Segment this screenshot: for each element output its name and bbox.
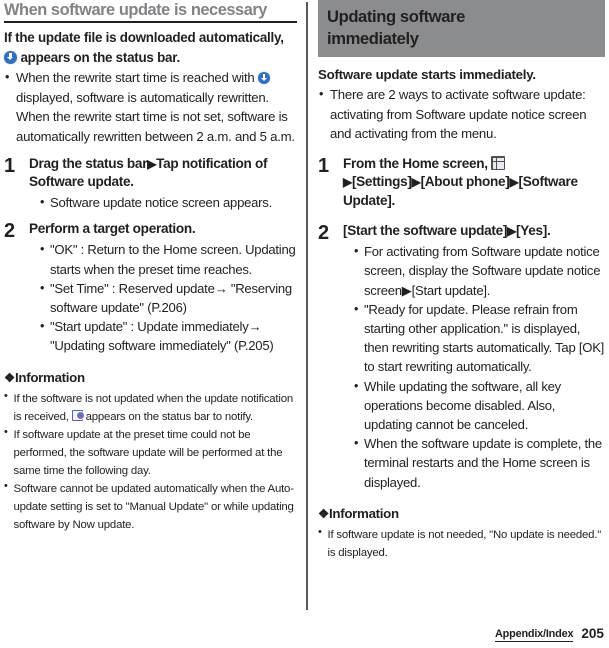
left-lead-text-b: appears on the status bar.: [17, 49, 180, 65]
step-number: 2: [4, 220, 15, 243]
bullet-text: Software update notice screen appears.: [50, 194, 272, 210]
step-number: 1: [318, 154, 329, 177]
bullet-dot: •: [5, 70, 10, 85]
step-title-part-a: Drag the status bar: [29, 155, 148, 171]
manual-page: When software update is necessary If the…: [0, 0, 609, 648]
step-number: 1: [4, 154, 15, 177]
bullet-dot: •: [354, 301, 359, 316]
bullet-dot: •: [354, 436, 359, 451]
bullet-dot: •: [4, 425, 8, 438]
bullet-text: For activating from Software update noti…: [364, 244, 601, 298]
step-title: From the Home screen, ▶[Settings]▶[About…: [343, 155, 605, 211]
list-item: • For activating from Software update no…: [353, 242, 605, 300]
step-2-right: 2 [Start the software update]▶[Yes]. • F…: [318, 222, 605, 492]
step-1-right: 1 From the Home screen, ▶[Settings]▶[Abo…: [318, 155, 605, 211]
section-header-right-line2: immediately: [327, 28, 419, 48]
list-item: • If software update is not needed, "No …: [318, 525, 605, 561]
footer-section-tab: Appendix/Index: [495, 628, 574, 642]
information-heading-label: Information: [329, 505, 399, 521]
bullet-dot: •: [4, 389, 8, 402]
bullet-text: If software update is not needed, "No up…: [327, 528, 602, 559]
bullet-dot: •: [40, 194, 45, 209]
bullet-text: "Ready for update. Please refrain from s…: [364, 301, 605, 375]
app-drawer-grid-icon: [491, 156, 506, 171]
arrow-right-icon: ▶: [411, 175, 421, 190]
diamond-icon: ❖: [318, 506, 329, 521]
section-header-left: When software update is necessary: [4, 0, 297, 23]
information-heading: ❖Information: [4, 369, 297, 387]
bullet-text: "OK" : Return to the Home screen. Updati…: [50, 242, 296, 277]
diamond-icon: ❖: [4, 370, 15, 385]
step-2-left: 2 Perform a target operation. • "OK" : R…: [4, 220, 297, 355]
bullet-dot: •: [318, 525, 322, 538]
notification-icon: [71, 410, 85, 422]
list-item: • Software update notice screen appears.: [39, 193, 297, 212]
download-circle-icon: [4, 50, 17, 64]
step-title-part-a: From the Home screen,: [343, 155, 492, 171]
information-heading: ❖Information: [318, 505, 605, 523]
right-lead-bullets: • There are 2 ways to activate software …: [318, 85, 605, 144]
step-title-part-b: [Yes].: [516, 222, 551, 238]
left-lead-bullet-1b: displayed, software is automatically rew…: [16, 89, 295, 144]
step-title: [Start the software update]▶[Yes].: [343, 222, 605, 241]
bullet-text: When the software update is complete, th…: [364, 436, 602, 490]
information-bullets: • If the software is not updated when th…: [4, 389, 297, 534]
information-block-left: ❖Information • If the software is not up…: [4, 369, 297, 534]
left-lead-text-a: If the update file is downloaded automat…: [4, 30, 284, 45]
list-item: • "Set Time" : Reserved update→ "Reservi…: [39, 279, 297, 317]
section-header-right: Updating software immediately: [318, 0, 605, 57]
list-item: • When the rewrite start time is reached…: [4, 68, 297, 146]
arrow-right-icon: ▶: [343, 175, 352, 190]
list-item: • While updating the software, all key o…: [353, 377, 605, 435]
right-column: Updating software immediately Software u…: [318, 0, 605, 561]
step-bullets: • "OK" : Return to the Home screen. Upda…: [29, 240, 297, 355]
bullet-text: There are 2 ways to activate software up…: [330, 87, 587, 142]
list-item: • "Start update" : Update immediately→ "…: [39, 317, 297, 355]
arrow-right-icon: ▶: [507, 223, 517, 238]
page-number: 205: [581, 626, 604, 641]
page-footer: Appendix/Index 205: [0, 624, 609, 642]
bullet-text: If software update at the preset time co…: [13, 428, 283, 477]
left-lead-paragraph: If the update file is downloaded automat…: [4, 28, 297, 67]
step-title-part-c: [About phone]: [420, 174, 510, 190]
left-column: When software update is necessary If the…: [4, 0, 297, 533]
information-heading-label: Information: [15, 369, 85, 385]
column-divider: [306, 2, 308, 610]
information-bullets: • If software update is not needed, "No …: [318, 525, 605, 561]
list-item: • "Ready for update. Please refrain from…: [353, 300, 605, 377]
bullet-dot: •: [40, 280, 45, 295]
right-lead-paragraph: Software update starts immediately.: [318, 67, 536, 82]
list-item: • There are 2 ways to activate software …: [318, 85, 605, 144]
bullet-dot: •: [4, 480, 8, 493]
bullet-text: "Set Time" : Reserved update→ "Reserving…: [50, 280, 292, 315]
list-item: • If the software is not updated when th…: [4, 389, 297, 425]
list-item: • If software update at the preset time …: [4, 425, 297, 479]
step-bullets: • For activating from Software update no…: [343, 242, 605, 492]
left-lead-bullets: • When the rewrite start time is reached…: [4, 68, 297, 146]
bullet-dot: •: [40, 242, 45, 257]
step-number: 2: [318, 221, 329, 244]
arrow-right-icon: ▶: [147, 156, 157, 171]
list-item: • When the software update is complete, …: [353, 434, 605, 492]
step-1-left: 1 Drag the status bar▶Tap notification o…: [4, 155, 297, 213]
section-header-right-line1: Updating software: [327, 7, 465, 26]
bullet-text: While updating the software, all key ope…: [364, 378, 561, 432]
bullet-dot: •: [354, 244, 359, 259]
bullet-text: "Start update" : Update immediately→ "Up…: [50, 319, 274, 354]
information-block-right: ❖Information • If software update is not…: [318, 505, 605, 561]
bullet-text-post: appears on the status bar to notify.: [82, 410, 254, 423]
download-circle-icon: [257, 72, 270, 85]
step-title-part-b: [Settings]: [351, 174, 412, 190]
list-item: • "OK" : Return to the Home screen. Upda…: [39, 240, 297, 278]
step-title-part-a: [Start the software update]: [343, 222, 508, 238]
step-title: Drag the status bar▶Tap notification of …: [29, 155, 297, 191]
list-item: • Software cannot be updated automatical…: [4, 479, 297, 533]
bullet-text: Software cannot be updated automatically…: [13, 483, 294, 532]
step-bullets: • Software update notice screen appears.: [29, 193, 297, 212]
step-title: Perform a target operation.: [29, 221, 196, 237]
left-lead-bullet-1a: When the rewrite start time is reached w…: [16, 70, 255, 86]
bullet-dot: •: [319, 87, 324, 101]
bullet-dot: •: [354, 378, 359, 393]
bullet-dot: •: [40, 319, 45, 334]
